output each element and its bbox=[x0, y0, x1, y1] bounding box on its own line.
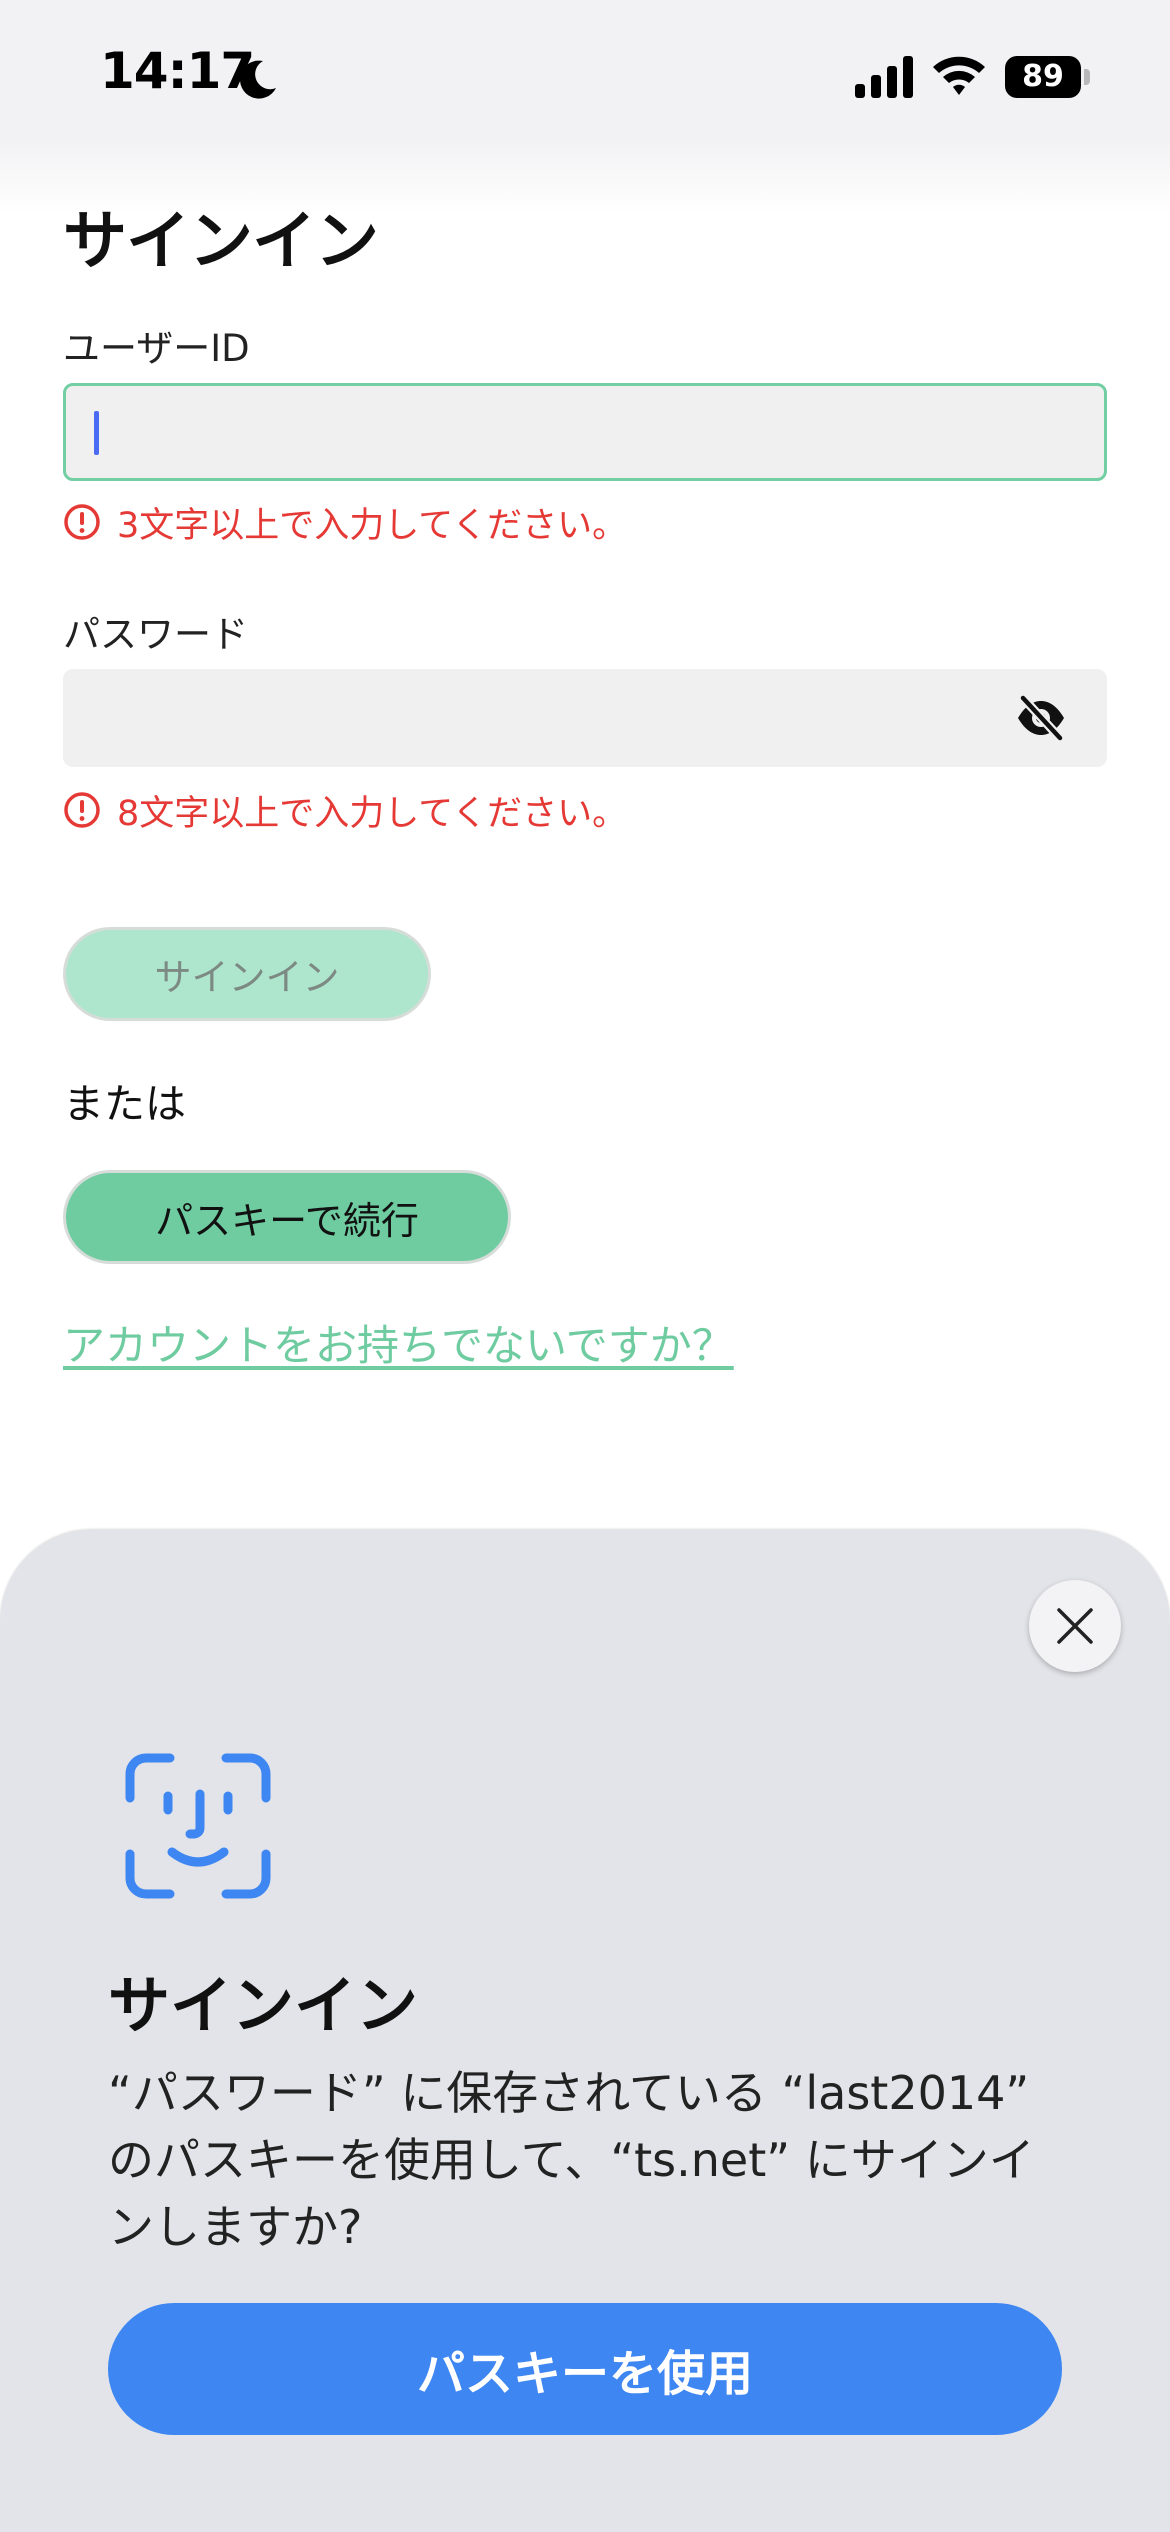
userid-input[interactable] bbox=[63, 383, 1107, 481]
use-passkey-button[interactable]: パスキーを使用 bbox=[108, 2303, 1062, 2435]
userid-label: ユーザーID bbox=[63, 327, 250, 370]
status-time: 14:17 bbox=[100, 42, 255, 100]
or-text: または bbox=[63, 1080, 186, 1128]
passkey-continue-button[interactable]: パスキーで続行 bbox=[63, 1170, 511, 1264]
faceid-icon bbox=[125, 1753, 271, 1899]
page-title: サインイン bbox=[63, 205, 379, 279]
sheet-close-button[interactable] bbox=[1029, 1580, 1121, 1672]
password-input[interactable] bbox=[63, 669, 1107, 767]
password-error: 8文字以上で入力してください。 bbox=[63, 785, 627, 835]
eye-slash-icon[interactable] bbox=[1015, 695, 1067, 741]
signin-button[interactable]: サインイン bbox=[63, 927, 431, 1021]
error-icon bbox=[64, 792, 100, 828]
battery-level: 89 bbox=[1022, 59, 1064, 94]
status-bar: 14:17 89 bbox=[0, 0, 1170, 215]
userid-error-text: 3文字以上で入力してください。 bbox=[117, 505, 628, 546]
error-icon bbox=[64, 504, 100, 540]
sign-in-screen: 14:17 89 サインイン ユーザーID 3文字以上で入力してください。 パス… bbox=[0, 0, 1170, 2532]
battery-tip bbox=[1084, 69, 1090, 85]
signal-icon bbox=[855, 56, 913, 98]
sheet-message: “パスワード” に保存されている “last2014” のパスキーを使用して、“… bbox=[108, 2066, 1035, 2254]
wifi-icon bbox=[933, 56, 985, 95]
userid-error: 3文字以上で入力してください。 bbox=[63, 497, 627, 547]
close-icon bbox=[1057, 1608, 1093, 1644]
signup-link[interactable]: アカウントをお持ちでないですか？ bbox=[63, 1312, 734, 1373]
sheet-title: サインイン bbox=[108, 1969, 419, 2042]
battery-icon: 89 bbox=[1005, 56, 1091, 98]
passkey-sheet: サインイン “パスワード” に保存されている “last2014” のパスキーを… bbox=[0, 1530, 1170, 2532]
moon-icon bbox=[239, 60, 276, 99]
password-label: パスワード bbox=[63, 613, 248, 656]
password-error-text: 8文字以上で入力してください。 bbox=[117, 793, 628, 834]
text-caret bbox=[94, 411, 99, 455]
